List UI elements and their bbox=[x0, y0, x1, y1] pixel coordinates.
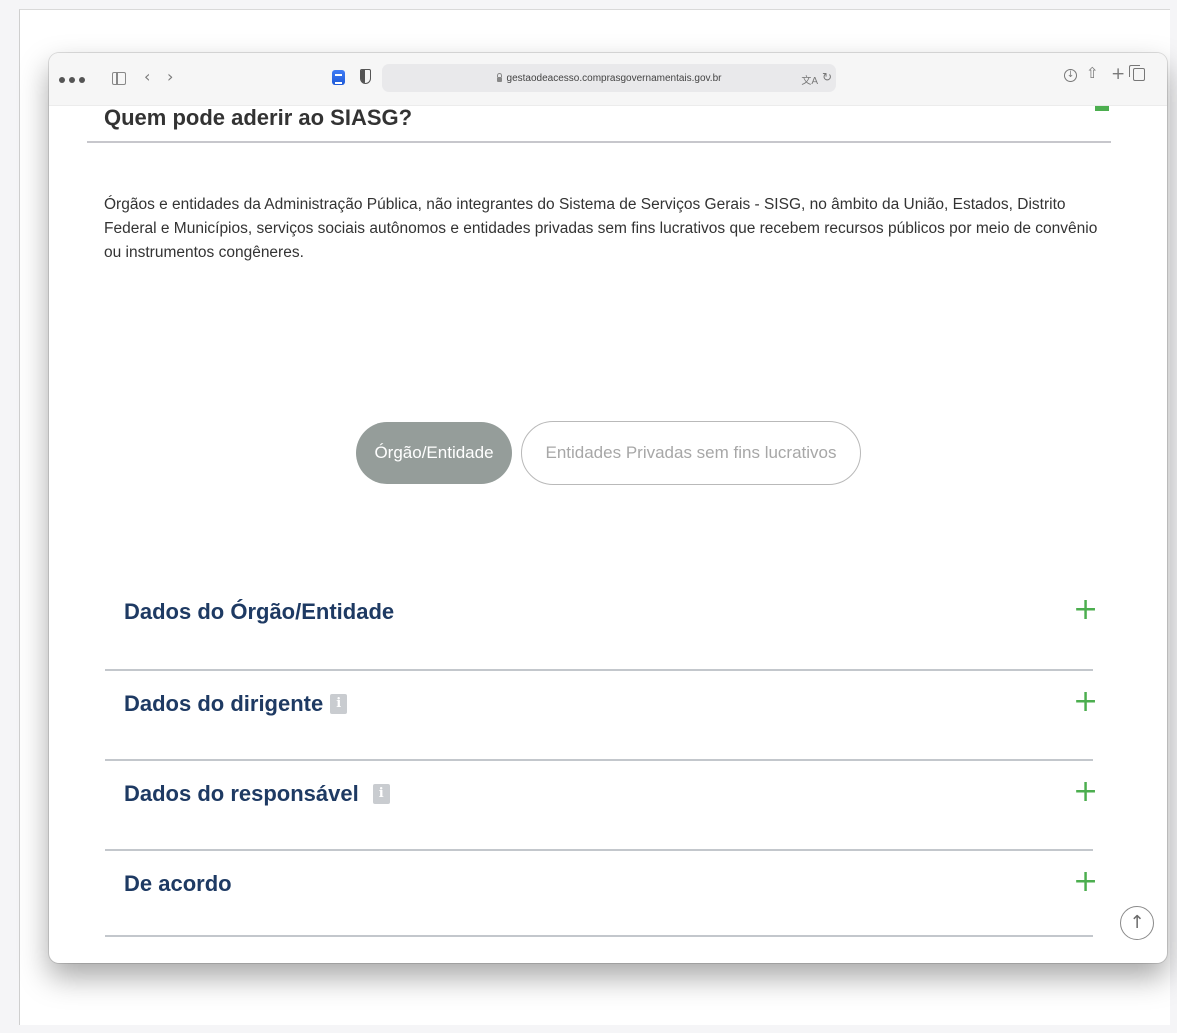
accordion-title-text: De acordo bbox=[124, 871, 232, 896]
download-icon[interactable]: ↓ bbox=[1064, 69, 1077, 82]
expand-plus-icon[interactable]: + bbox=[1073, 867, 1098, 897]
faq-divider bbox=[87, 141, 1111, 143]
page-content: Quem pode aderir ao SIASG? Órgãos e enti… bbox=[49, 53, 1167, 963]
back-to-top-button[interactable]: ↑ bbox=[1120, 906, 1154, 940]
window-controls[interactable] bbox=[59, 77, 85, 83]
accordion-item-dados-responsavel[interactable]: Dados do responsável i + bbox=[105, 761, 1098, 851]
url-text[interactable]: gestaodeacesso.comprasgovernamentais.gov… bbox=[507, 73, 722, 84]
sidebar-icon[interactable] bbox=[112, 72, 126, 85]
accordion-title: Dados do Órgão/Entidade bbox=[124, 599, 394, 625]
info-icon[interactable]: i bbox=[372, 784, 390, 804]
accordion-item-dados-dirigente[interactable]: Dados do dirigente i + bbox=[105, 671, 1098, 761]
expand-plus-icon[interactable]: + bbox=[1073, 777, 1098, 807]
toggle-orgao-entidade[interactable]: Órgão/Entidade bbox=[356, 422, 512, 484]
expand-plus-icon[interactable]: + bbox=[1073, 595, 1098, 625]
accordion-title: Dados do responsável i bbox=[124, 781, 390, 807]
toggle-entidades-privadas[interactable]: Entidades Privadas sem fins lucrativos bbox=[521, 421, 861, 485]
share-icon[interactable]: ⇧ bbox=[1086, 66, 1099, 81]
forward-icon[interactable]: › bbox=[167, 69, 173, 85]
browser-toolbar: ‹ › gestaodeacesso.comprasgovernamentais… bbox=[49, 53, 1167, 106]
info-icon[interactable]: i bbox=[330, 694, 348, 714]
accordion-title-text: Dados do dirigente bbox=[124, 691, 324, 716]
form-accordion: Dados do Órgão/Entidade + Dados do dirig… bbox=[105, 579, 1098, 937]
new-tab-icon[interactable]: + bbox=[1111, 66, 1125, 83]
address-bar[interactable]: gestaodeacesso.comprasgovernamentais.gov… bbox=[382, 64, 836, 92]
minimize-window-dot[interactable] bbox=[69, 77, 75, 83]
faq-answer-text: Órgãos e entidades da Administração Públ… bbox=[104, 196, 1098, 261]
translate-icon[interactable]: 文A bbox=[801, 72, 818, 87]
expand-plus-icon[interactable]: + bbox=[1073, 687, 1098, 717]
extension-icon[interactable] bbox=[332, 70, 345, 85]
entity-type-toggle: Órgão/Entidade Entidades Privadas sem fi… bbox=[49, 421, 1167, 487]
zoom-window-dot[interactable] bbox=[79, 77, 85, 83]
lock-icon bbox=[496, 72, 502, 82]
accordion-title-text: Dados do Órgão/Entidade bbox=[124, 599, 395, 624]
close-window-dot[interactable] bbox=[59, 77, 65, 83]
accordion-divider bbox=[105, 935, 1093, 937]
tabs-overview-icon[interactable] bbox=[1129, 65, 1145, 81]
faq-question-title[interactable]: Quem pode aderir ao SIASG? bbox=[104, 105, 412, 131]
accordion-title: Dados do dirigente i bbox=[124, 691, 348, 717]
accordion-item-de-acordo[interactable]: De acordo + bbox=[105, 851, 1098, 937]
reload-icon[interactable]: ↻ bbox=[822, 70, 832, 84]
browser-window: Quem pode aderir ao SIASG? Órgãos e enti… bbox=[49, 53, 1167, 963]
accordion-title: De acordo bbox=[124, 871, 232, 897]
back-icon[interactable]: ‹ bbox=[144, 69, 150, 85]
privacy-shield-icon[interactable] bbox=[360, 69, 371, 84]
accordion-item-dados-orgao[interactable]: Dados do Órgão/Entidade + bbox=[105, 579, 1098, 671]
accordion-title-text: Dados do responsável bbox=[124, 781, 359, 806]
